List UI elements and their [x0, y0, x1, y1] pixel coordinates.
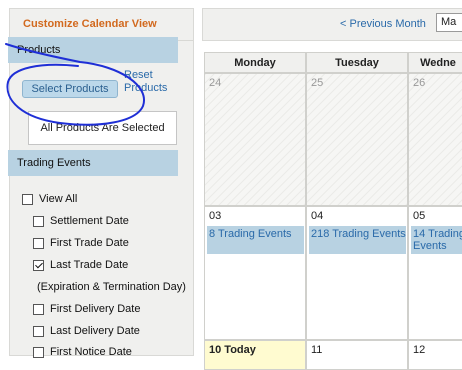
- checkbox-label: Last Trade Date: [50, 259, 129, 271]
- day-number: 04: [311, 210, 324, 222]
- day-number: 03: [209, 210, 222, 222]
- day-number: 11: [311, 344, 323, 356]
- day-number: 05: [413, 210, 426, 222]
- checkbox-label: First Trade Date: [50, 237, 129, 249]
- checkbox-row-first-delivery-date[interactable]: First Delivery Date: [33, 303, 140, 315]
- checkbox[interactable]: [22, 193, 33, 205]
- checkbox[interactable]: [33, 215, 44, 227]
- day-number: 26: [413, 77, 426, 89]
- trading-events-link[interactable]: 14 Trading Events: [411, 226, 462, 254]
- day-header-wednesday: Wedne: [408, 52, 462, 73]
- month-select[interactable]: Ma: [436, 13, 462, 32]
- previous-month-link[interactable]: < Previous Month: [340, 18, 426, 30]
- checkbox-label: First Notice Date: [50, 346, 132, 358]
- checkbox-row-first-notice-date[interactable]: First Notice Date: [33, 346, 132, 358]
- trading-events-link[interactable]: 8 Trading Events: [207, 226, 304, 254]
- day-number: 24: [209, 77, 222, 89]
- checkbox-sublabel: (Expiration & Termination Day): [37, 281, 186, 293]
- trading-events-section-header: Trading Events: [8, 150, 178, 176]
- sublabel-text: (Expiration & Termination Day): [37, 281, 186, 293]
- calendar-day-cell[interactable]: 04 218 Trading Events: [306, 206, 408, 340]
- checkbox[interactable]: [33, 237, 44, 249]
- trading-events-link[interactable]: 218 Trading Events: [309, 226, 406, 254]
- checkbox-label: Settlement Date: [50, 215, 129, 227]
- calendar-day-cell[interactable]: 24: [204, 73, 306, 206]
- today-label: 10 Today: [209, 344, 256, 356]
- day-header-monday: Monday: [204, 52, 306, 73]
- reset-products-link[interactable]: Reset Products: [124, 69, 180, 95]
- checkbox-row-first-trade-date[interactable]: First Trade Date: [33, 237, 129, 249]
- checkbox-row-last-delivery-date[interactable]: Last Delivery Date: [33, 325, 140, 337]
- calendar-day-cell[interactable]: 03 8 Trading Events: [204, 206, 306, 340]
- checkbox-row-view-all[interactable]: View All: [22, 193, 77, 205]
- calendar-day-cell[interactable]: 26: [408, 73, 462, 206]
- day-number: 12: [413, 344, 426, 356]
- day-header-tuesday: Tuesday: [306, 52, 408, 73]
- checkbox[interactable]: [33, 303, 44, 315]
- calendar-day-cell[interactable]: 11: [306, 340, 408, 370]
- checkbox-label: Last Delivery Date: [50, 325, 140, 337]
- products-selection-status: All Products Are Selected: [28, 111, 177, 145]
- calendar-day-cell[interactable]: 05 14 Trading Events: [408, 206, 462, 340]
- select-products-button[interactable]: Select Products: [22, 80, 118, 98]
- checkbox-row-settlement-date[interactable]: Settlement Date: [33, 215, 129, 227]
- day-number: 25: [311, 77, 324, 89]
- checkbox-label: First Delivery Date: [50, 303, 141, 315]
- panel-title: Customize Calendar View: [23, 18, 157, 30]
- checkbox-row-last-trade-date[interactable]: Last Trade Date: [33, 259, 128, 271]
- calendar-day-cell[interactable]: 12: [408, 340, 462, 370]
- products-section-header: Products: [8, 37, 178, 63]
- checkbox-label: View All: [39, 193, 78, 205]
- checkbox[interactable]: [33, 325, 44, 337]
- calendar-day-cell-today[interactable]: 10 Today: [204, 340, 306, 370]
- checkbox-checked[interactable]: [33, 259, 44, 271]
- calendar-day-cell[interactable]: 25: [306, 73, 408, 206]
